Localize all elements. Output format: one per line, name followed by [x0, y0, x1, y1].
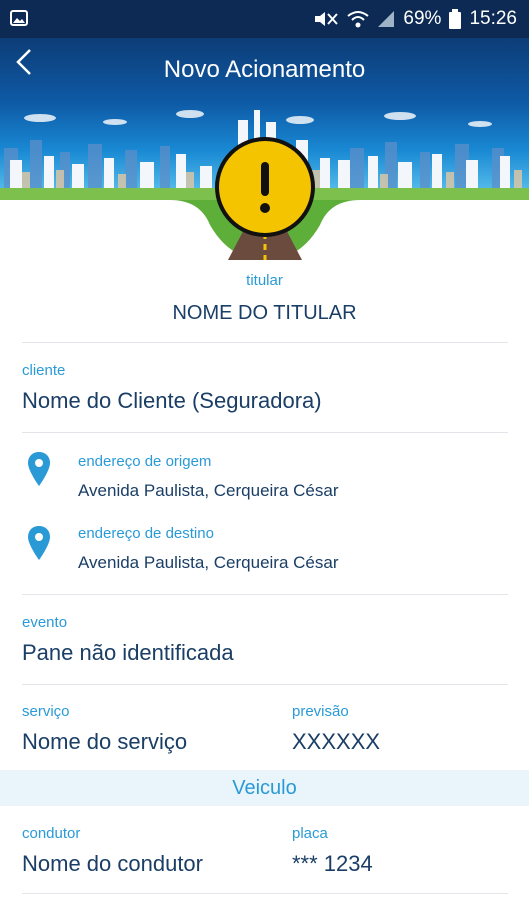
- forecast-value: XXXXXX: [292, 729, 381, 754]
- plate-value: *** 1234: [292, 851, 373, 876]
- divider: [22, 893, 508, 894]
- signal-icon: [378, 11, 395, 27]
- map-pin-icon: [28, 452, 50, 486]
- status-bar: 69% 15:26: [0, 0, 529, 38]
- divider: [22, 684, 508, 685]
- divider: [22, 594, 508, 595]
- client-value: Nome do Cliente (Seguradora): [22, 388, 322, 413]
- divider: [22, 342, 508, 343]
- event-value: Pane não identificada: [22, 640, 234, 665]
- mute-icon: [315, 12, 339, 26]
- holder-name: NOME DO TITULAR: [172, 302, 357, 324]
- vehicle-section-header: Veiculo: [0, 770, 529, 806]
- service-label: serviço: [22, 703, 70, 720]
- destination-address: Avenida Paulista, Cerqueira César: [78, 553, 339, 572]
- map-pin-icon: [28, 526, 50, 560]
- origin-label: endereço de origem: [78, 453, 212, 470]
- clock: 15:26: [469, 8, 517, 29]
- event-label: evento: [22, 614, 68, 631]
- driver-value: Nome do condutor: [22, 851, 203, 876]
- origin-address: Avenida Paulista, Cerqueira César: [78, 481, 339, 500]
- wifi-icon: [347, 11, 370, 28]
- service-value: Nome do serviço: [22, 729, 188, 754]
- page-title: Novo Acionamento: [163, 56, 366, 83]
- status-icons: 69% 15:26: [313, 8, 517, 30]
- divider: [22, 432, 508, 433]
- warning-badge-icon: [215, 137, 315, 237]
- forecast-label: previsão: [292, 703, 349, 720]
- battery-icon: [449, 9, 462, 29]
- image-notification-icon: [10, 10, 28, 26]
- plate-label: placa: [292, 825, 328, 842]
- holder-label: titular: [246, 272, 283, 289]
- battery-percentage: 69%: [403, 8, 442, 29]
- destination-label: endereço de destino: [78, 525, 214, 542]
- driver-label: condutor: [22, 825, 81, 842]
- client-label: cliente: [22, 362, 66, 379]
